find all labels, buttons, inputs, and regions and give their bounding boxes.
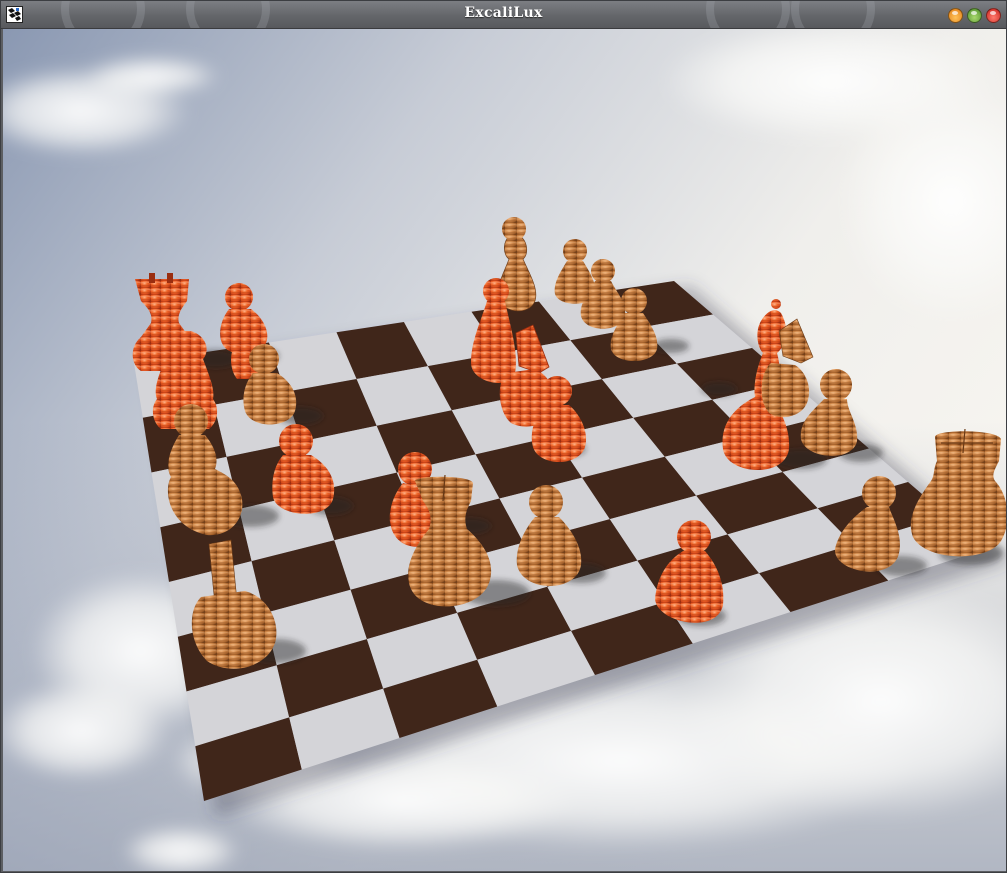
maximize-orb-icon[interactable] bbox=[967, 8, 982, 23]
chess-scene[interactable] bbox=[3, 29, 1006, 871]
window-title: ExcaliLux bbox=[464, 5, 543, 21]
title-bar[interactable]: ExcaliLux bbox=[1, 1, 1006, 29]
minimize-orb-icon[interactable] bbox=[948, 8, 963, 23]
app-window: ExcaliLux bbox=[0, 0, 1007, 873]
close-orb-icon[interactable] bbox=[986, 8, 1001, 23]
3d-chess-viewport[interactable] bbox=[3, 29, 1006, 871]
